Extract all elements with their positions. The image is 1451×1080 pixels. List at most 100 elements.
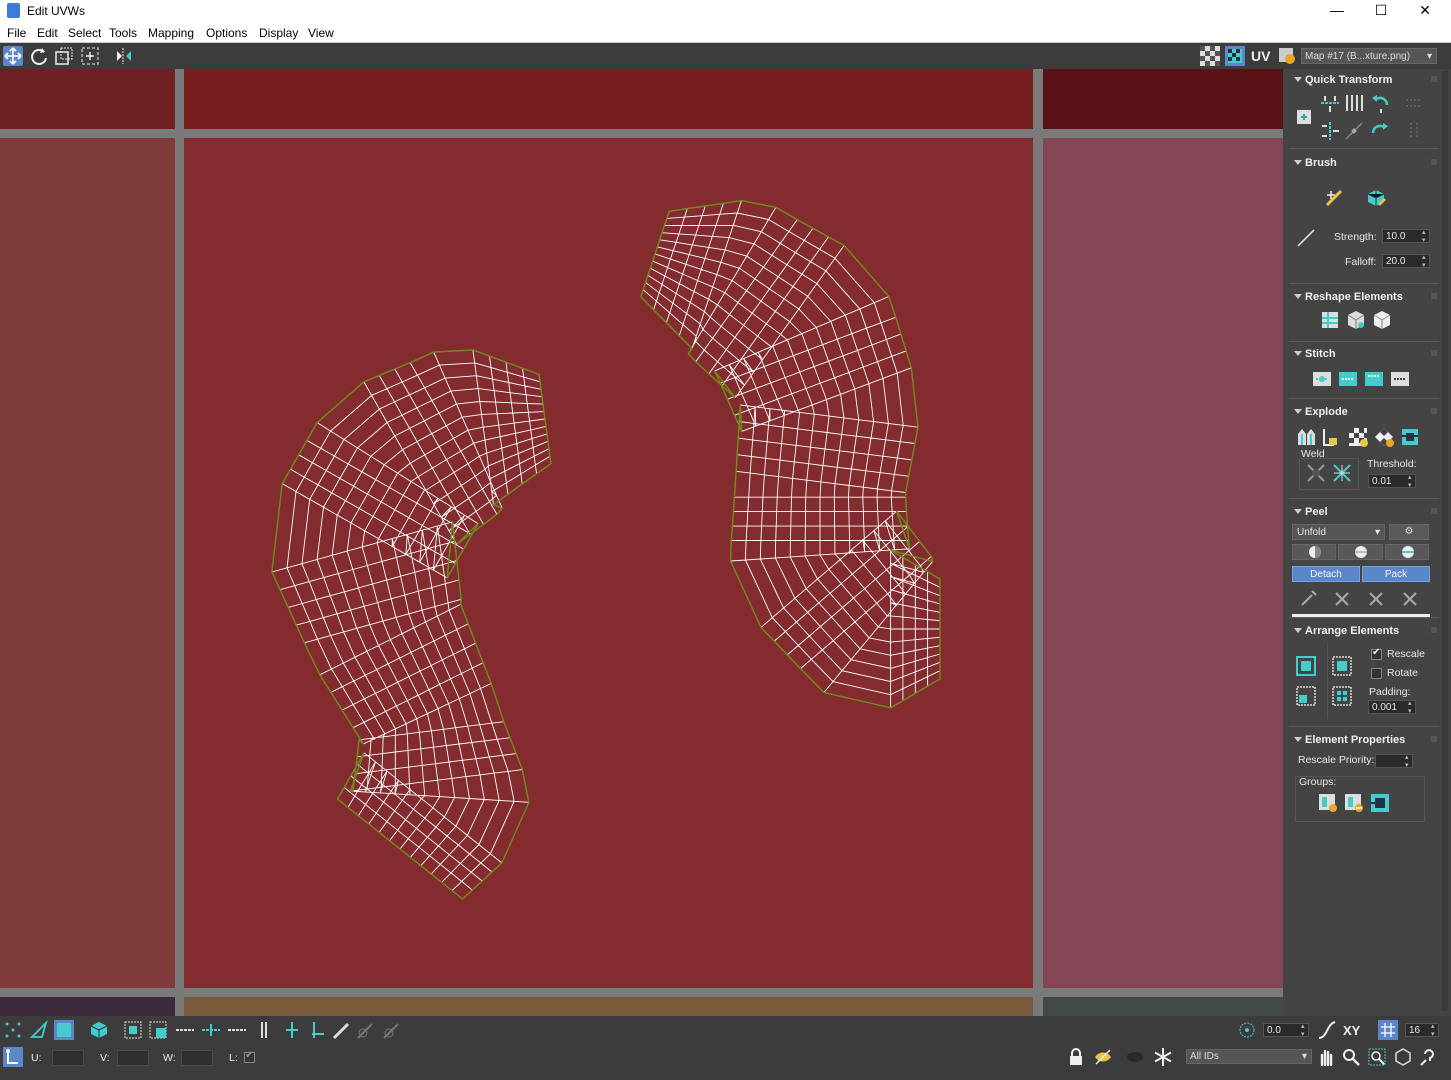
grow-selection-icon[interactable]: [123, 1020, 143, 1040]
pelt-map-button[interactable]: [1385, 544, 1429, 560]
shrink-ring-icon[interactable]: [308, 1020, 328, 1040]
shrink-loop-icon[interactable]: [227, 1020, 247, 1040]
flatten-icon[interactable]: [1371, 309, 1393, 331]
rollout-header[interactable]: Explode: [1289, 404, 1439, 420]
detach-button[interactable]: Detach: [1292, 566, 1360, 582]
freeform-tool-icon[interactable]: [80, 46, 100, 66]
checker-pattern-icon[interactable]: [1200, 46, 1220, 66]
menu-file[interactable]: File: [7, 26, 26, 40]
space-vertical-alt-icon[interactable]: [1403, 120, 1425, 142]
rescale-checkbox[interactable]: ✔: [1371, 647, 1382, 660]
ungroup-selected-icon[interactable]: [1343, 792, 1365, 814]
element-mode-icon[interactable]: [89, 1020, 109, 1040]
stitch-custom-icon[interactable]: [1389, 368, 1411, 390]
pack-group-icon[interactable]: [1331, 685, 1353, 707]
pin-edges-icon[interactable]: [1365, 588, 1387, 610]
show-map-icon[interactable]: [1225, 46, 1245, 66]
scale-tool-icon[interactable]: [54, 46, 74, 66]
texture-map-dropdown[interactable]: Map #17 (B...xture.png) ▾: [1301, 48, 1437, 64]
rollout-header[interactable]: Element Properties: [1289, 732, 1439, 748]
mirror-tool-icon[interactable]: [114, 46, 134, 66]
stitch-to-source-icon[interactable]: [1363, 368, 1385, 390]
rollout-header[interactable]: Quick Transform: [1289, 72, 1439, 88]
weld-selected-icon[interactable]: [1305, 462, 1327, 484]
menu-edit[interactable]: Edit: [37, 26, 58, 40]
falloff-spinner[interactable]: 20.0: [1382, 254, 1430, 270]
zoom-region-icon[interactable]: [1367, 1047, 1387, 1067]
menu-mapping[interactable]: Mapping: [148, 26, 194, 40]
rotate-checkbox[interactable]: [1371, 668, 1382, 679]
menu-tools[interactable]: Tools: [109, 26, 137, 40]
l-checkbox[interactable]: ✔: [244, 1050, 255, 1063]
grow-ring-icon[interactable]: [282, 1020, 302, 1040]
vertex-mode-icon[interactable]: [3, 1020, 23, 1040]
peel-mode-button[interactable]: [1338, 544, 1383, 560]
texture-settings-icon[interactable]: [1277, 46, 1297, 66]
unpin-icon[interactable]: [1331, 588, 1353, 610]
pack-button[interactable]: Pack: [1362, 566, 1430, 582]
grid-snap-icon[interactable]: [1378, 1020, 1398, 1040]
xy-axis-toggle[interactable]: XY: [1343, 1023, 1360, 1038]
rollout-header[interactable]: Reshape Elements: [1289, 289, 1439, 305]
pack-normalize-icon[interactable]: [1295, 655, 1317, 677]
loop-select-icon[interactable]: [175, 1020, 195, 1040]
relax-icon[interactable]: [1345, 309, 1367, 331]
rollout-header[interactable]: Brush: [1289, 155, 1439, 171]
paint-move-icon[interactable]: [1323, 187, 1345, 209]
minimize-button[interactable]: —: [1315, 0, 1359, 22]
peel-settings-button[interactable]: ⚙: [1389, 524, 1429, 540]
rotate-cw-icon[interactable]: [1369, 120, 1391, 142]
select-group-icon[interactable]: [1369, 792, 1391, 814]
help-icon[interactable]: [1419, 1047, 1439, 1067]
edge-mode-icon[interactable]: [29, 1020, 49, 1040]
falloff-curve-icon[interactable]: [1295, 227, 1317, 249]
grid-size-spinner[interactable]: 16: [1405, 1023, 1439, 1039]
uv-axis-label[interactable]: UV: [1251, 48, 1270, 64]
zoom-icon[interactable]: [1341, 1047, 1361, 1067]
break-icon[interactable]: [1295, 426, 1317, 448]
threshold-spinner[interactable]: 0.01: [1368, 474, 1416, 490]
set-pivot-icon[interactable]: [1293, 106, 1315, 128]
explode-material-icon[interactable]: [1347, 426, 1369, 448]
space-vertical-icon[interactable]: [1343, 92, 1365, 114]
paint-select-icon[interactable]: [331, 1020, 351, 1040]
weld-all-icon[interactable]: [1331, 462, 1353, 484]
move-tool-icon[interactable]: [3, 46, 23, 66]
uv-viewport[interactable]: [0, 69, 1283, 1016]
menu-view[interactable]: View: [308, 26, 334, 40]
u-coordinate-field[interactable]: [52, 1050, 84, 1066]
rotate-ccw-icon[interactable]: [1369, 92, 1391, 114]
rollout-header[interactable]: Arrange Elements: [1289, 623, 1439, 639]
uv-transform-icon[interactable]: [3, 1047, 23, 1067]
v-coordinate-field[interactable]: [117, 1050, 149, 1066]
rollout-header[interactable]: Stitch: [1289, 346, 1439, 362]
w-coordinate-field[interactable]: [181, 1050, 213, 1066]
maximize-button[interactable]: ☐: [1359, 0, 1403, 22]
explode-checker-icon[interactable]: [1373, 426, 1395, 448]
menu-select[interactable]: Select: [68, 26, 101, 40]
menu-options[interactable]: Options: [206, 26, 247, 40]
rotate-tool-icon[interactable]: [29, 46, 49, 66]
rescale-priority-spinner[interactable]: [1375, 754, 1413, 770]
paint-grow-icon[interactable]: [355, 1020, 375, 1040]
lock-icon[interactable]: [1066, 1047, 1086, 1067]
shrink-selection-icon[interactable]: [148, 1020, 168, 1040]
align-linear-icon[interactable]: [1343, 120, 1365, 142]
explode-to-smoothing-icon[interactable]: [1321, 426, 1343, 448]
material-id-dropdown[interactable]: All IDs ▾: [1186, 1049, 1312, 1064]
straighten-selection-icon[interactable]: [1319, 309, 1341, 331]
quick-peel-button[interactable]: [1292, 544, 1336, 560]
strength-spinner[interactable]: 10.0: [1382, 229, 1430, 245]
soft-selection-icon[interactable]: [1317, 1020, 1337, 1040]
peel-mode-dropdown[interactable]: Unfold ▾: [1292, 524, 1385, 540]
close-button[interactable]: ✕: [1403, 0, 1447, 22]
menu-display[interactable]: Display: [259, 26, 298, 40]
relax-brush-icon[interactable]: [1365, 187, 1387, 209]
polygon-mode-icon[interactable]: [54, 1020, 74, 1040]
explode-elements-icon[interactable]: [1399, 426, 1421, 448]
unhide-icon[interactable]: [1125, 1047, 1145, 1067]
unpin-all-icon[interactable]: [1399, 588, 1421, 610]
pack-custom-icon[interactable]: [1295, 685, 1317, 707]
group-selected-icon[interactable]: [1317, 792, 1339, 814]
rotation-snap-icon[interactable]: [1237, 1020, 1257, 1040]
